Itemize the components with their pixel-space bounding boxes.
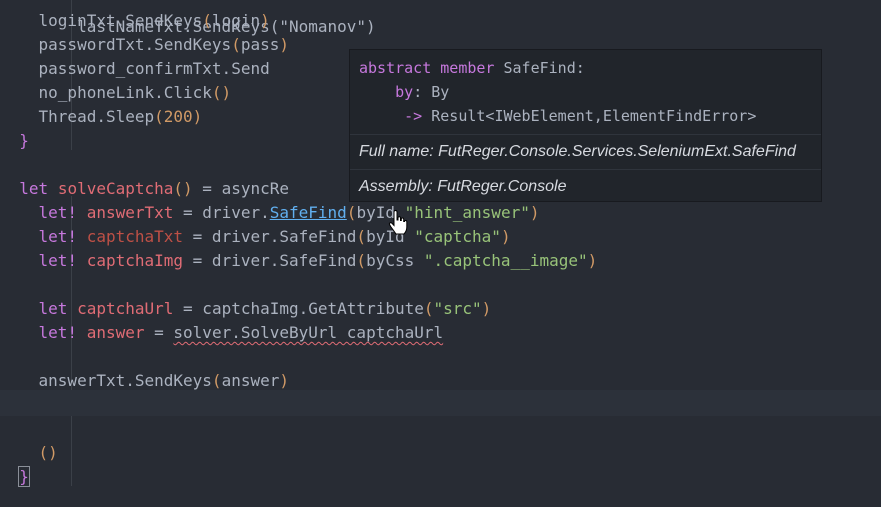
variable-name: captchaImg [86, 251, 184, 270]
hover-tooltip: abstract member SafeFind: by: By -> Resu… [349, 49, 822, 202]
code-line: () [0, 441, 881, 465]
variable-name: captchaTxt [86, 227, 184, 246]
code-line: } [0, 465, 881, 489]
code-arg: pass [240, 35, 280, 54]
safefind-link[interactable]: SafeFind [270, 203, 347, 222]
tooltip-full-name: Full name: FutReger.Console.Services.Sel… [359, 143, 796, 160]
tooltip-member-name: SafeFind: [494, 59, 585, 77]
code-line: let! captchaImg = driver.SafeFind(byCss … [0, 249, 881, 273]
string-literal: "hint_answer" [404, 203, 530, 222]
paren: ) [279, 35, 289, 54]
code-expr: = asyncRe [192, 179, 289, 198]
code-expr: Thread.Sleep [38, 107, 155, 126]
paren: ) [279, 371, 289, 390]
paren: ) [260, 11, 270, 30]
hand-pointer-icon [388, 210, 408, 235]
paren: () [38, 443, 58, 462]
code-expr: answerTxt.SendKeys [38, 371, 212, 390]
code-line: let! captchaTxt = driver.SafeFind(byId "… [0, 225, 881, 249]
tooltip-param-type: By [422, 83, 450, 101]
tooltip-assembly: Assembly: FutReger.Console [359, 178, 567, 195]
code-expr: = [144, 323, 174, 342]
variable-name: captchaUrl [77, 299, 174, 318]
keyword: let [38, 299, 68, 318]
code-arg: login [211, 11, 261, 30]
tooltip-arrow: -> [404, 107, 423, 125]
current-line-highlight [0, 390, 881, 416]
function-name: solveCaptcha [57, 179, 174, 198]
matched-brace: } [18, 466, 30, 487]
tooltip-colon: : [413, 83, 423, 101]
paren: () [211, 83, 232, 102]
keyword: let [19, 179, 49, 198]
paren: ( [423, 299, 434, 318]
paren: ) [481, 299, 492, 318]
code-call: byCss [366, 251, 424, 270]
error-squiggle[interactable]: solver.SolveByUrl captchaUrl [173, 323, 443, 342]
paren: ( [356, 251, 367, 270]
code-expr: = driver.SafeFind [183, 251, 357, 270]
paren: () [173, 179, 193, 198]
code-line: loginTxt.SendKeys(login) [0, 9, 881, 33]
paren: ( [202, 11, 212, 30]
code-line: let captchaUrl = captchaImg.GetAttribute… [0, 297, 881, 321]
code-expr: = driver. [173, 203, 270, 222]
code-line: let! answer = solver.SolveByUrl captchaU… [0, 321, 881, 345]
paren: ( [211, 371, 222, 390]
variable-name: answer [86, 323, 145, 342]
paren: ) [529, 203, 540, 222]
paren: ( [346, 203, 357, 222]
tooltip-keyword: abstract member [359, 59, 495, 77]
code-expr: no_phoneLink.Click [38, 83, 212, 102]
code-line: let! answerTxt = driver.SafeFind(byId "h… [0, 201, 881, 225]
paren: ) [192, 107, 203, 126]
paren: ( [154, 107, 164, 126]
paren: ( [231, 35, 241, 54]
string-literal: "src" [433, 299, 482, 318]
tooltip-param-name: by [395, 83, 414, 101]
code-arg: answer [221, 371, 280, 390]
brace: } [19, 131, 29, 150]
keyword: let! [38, 323, 78, 342]
code-expr: passwordTxt.SendKeys [38, 35, 232, 54]
paren: ( [356, 227, 367, 246]
string-literal: "captcha" [414, 227, 501, 246]
keyword: let! [38, 203, 78, 222]
variable-name: answerTxt [86, 203, 174, 222]
code-expr: password_confirmTxt.Send [38, 59, 270, 78]
tooltip-signature: abstract member SafeFind: by: By -> Resu… [350, 50, 821, 134]
paren: ) [587, 251, 598, 270]
code-expr: = driver.SafeFind [183, 227, 357, 246]
keyword: let! [38, 227, 78, 246]
string-literal: ".captcha__image" [423, 251, 588, 270]
code-expr: loginTxt.SendKeys [38, 11, 203, 30]
tooltip-return-type: Result<IWebElement,ElementFindError> [422, 107, 757, 125]
number-literal: 200 [163, 107, 193, 126]
code-expr: = captchaImg.GetAttribute [173, 299, 424, 318]
keyword: let! [38, 251, 78, 270]
paren: ) [500, 227, 511, 246]
